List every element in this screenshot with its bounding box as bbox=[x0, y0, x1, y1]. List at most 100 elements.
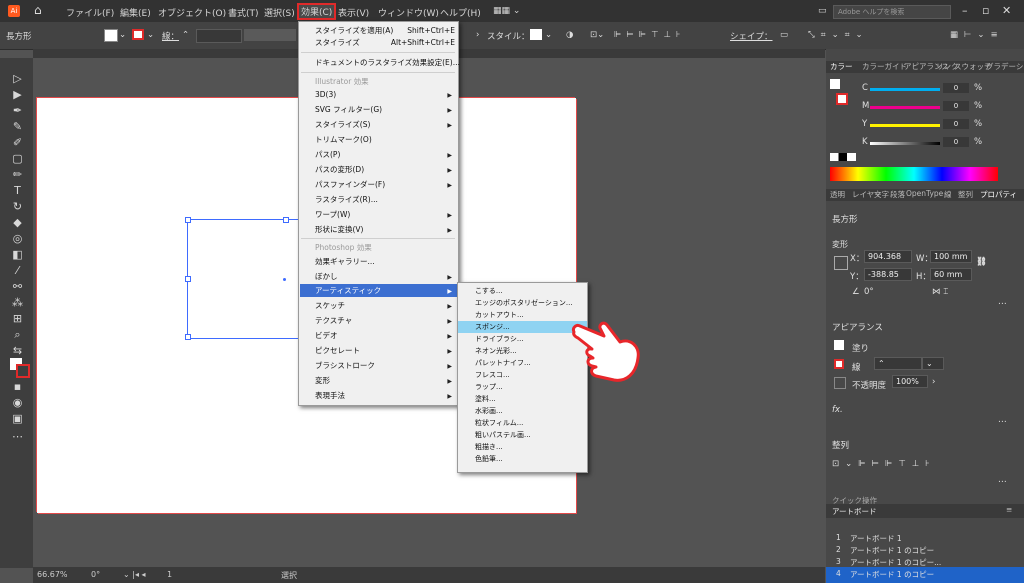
tab-gradient[interactable]: グラデーション bbox=[986, 61, 1024, 72]
h-field[interactable]: 60 mm bbox=[930, 268, 972, 281]
stroke-weight-field[interactable] bbox=[196, 29, 242, 43]
menu-file[interactable]: ファイル(F) bbox=[66, 6, 114, 19]
stroke-weight-stepper[interactable]: ⌃ bbox=[182, 30, 189, 40]
symbol-sprayer-tool-icon[interactable]: ⁂ bbox=[11, 296, 24, 309]
menu-item-stylize[interactable]: スタイライズ(S) bbox=[315, 118, 370, 131]
menu-item-path[interactable]: パス(P) bbox=[315, 148, 340, 161]
opacity-arrow-icon[interactable]: › bbox=[932, 377, 935, 387]
menu-item-video[interactable]: ビデオ bbox=[315, 329, 338, 342]
transform-icon[interactable]: ▭ bbox=[780, 30, 788, 40]
warp-tool-icon[interactable]: ◎ bbox=[11, 232, 24, 245]
none-black-white-swatches[interactable] bbox=[830, 153, 856, 161]
color-fill-box[interactable] bbox=[830, 79, 840, 89]
curvature-tool-icon[interactable]: ✎ bbox=[11, 120, 24, 133]
menu-item-warp[interactable]: ワープ(W) bbox=[315, 208, 350, 221]
close-icon[interactable]: ✕ bbox=[1002, 4, 1011, 17]
menu-window[interactable]: ウィンドウ(W) bbox=[378, 6, 439, 19]
appearance-fill-swatch[interactable] bbox=[834, 340, 844, 350]
pencil-tool-icon[interactable]: ✏ bbox=[11, 168, 24, 181]
variable-width-field[interactable] bbox=[244, 29, 296, 41]
stroke-label[interactable]: 線： bbox=[162, 30, 179, 42]
menu-item-sketch[interactable]: スケッチ bbox=[315, 299, 345, 312]
submenu-item-dry-brush[interactable]: ドライブラシ... bbox=[475, 333, 524, 345]
submenu-item-neon-glow[interactable]: ネオン光彩... bbox=[475, 345, 517, 357]
stroke-weight-field[interactable]: ⌃ bbox=[874, 357, 922, 370]
channel-k-value[interactable]: 0 bbox=[943, 137, 969, 147]
tab-align[interactable]: 整列 bbox=[958, 189, 973, 200]
menu-item-distort-transform[interactable]: パスの変形(D) bbox=[315, 163, 364, 176]
isolate-icons[interactable]: ⤡⌗⌄⌗⌄ bbox=[808, 30, 869, 40]
menu-item-rasterize[interactable]: ラスタライズ(R)... bbox=[315, 193, 378, 206]
fx-button[interactable]: fx. bbox=[832, 405, 843, 415]
screen-mode-icon[interactable]: ▣ bbox=[11, 412, 24, 425]
submenu-item-smudge[interactable]: こする... bbox=[475, 285, 503, 297]
menu-item-trim-marks[interactable]: トリムマーク(O) bbox=[315, 133, 372, 146]
align-to-icon[interactable]: ⊡⌄ bbox=[590, 30, 604, 40]
menu-item-pixelate[interactable]: ピクセレート bbox=[315, 344, 360, 357]
submenu-item-fresco[interactable]: フレスコ... bbox=[475, 369, 510, 381]
style-dropdown-icon[interactable]: ⌄ bbox=[545, 30, 552, 40]
submenu-item-underpainting[interactable]: 粗描き... bbox=[475, 441, 503, 453]
reference-point-icon[interactable] bbox=[834, 256, 848, 270]
restore-icon[interactable]: ▫ bbox=[982, 4, 989, 17]
menu-effect[interactable]: 効果(C) bbox=[296, 3, 337, 20]
stroke-dropdown-icon[interactable]: ⌄ bbox=[147, 30, 154, 40]
tab-opentype[interactable]: OpenType bbox=[906, 189, 943, 198]
appearance-stroke-swatch[interactable] bbox=[834, 359, 844, 369]
color-stroke-box[interactable] bbox=[836, 93, 848, 105]
color-spectrum[interactable] bbox=[830, 167, 998, 181]
tab-transparency[interactable]: 透明 bbox=[830, 189, 845, 200]
arrange-documents-icon[interactable]: ▭ bbox=[818, 6, 827, 16]
fill-dropdown-icon[interactable]: ⌄ bbox=[119, 30, 126, 40]
tab-stroke[interactable]: 線 bbox=[944, 189, 952, 200]
brush-tool-icon[interactable]: ✐ bbox=[11, 136, 24, 149]
tab-color-guide[interactable]: カラーガイド bbox=[862, 61, 907, 72]
align-icons[interactable]: ⊡⌄⊫⊨⊫⊤⊥⊦ bbox=[832, 459, 936, 469]
rectangle-tool-icon[interactable]: ▢ bbox=[11, 152, 24, 165]
submenu-item-sponge[interactable]: スポンジ... bbox=[475, 321, 510, 333]
channel-k-slider[interactable] bbox=[870, 142, 940, 145]
zoom-level[interactable]: 66.67% bbox=[37, 570, 68, 579]
y-field[interactable]: -388.85 bbox=[864, 268, 912, 281]
align-more-icon[interactable]: ⋯ bbox=[998, 477, 1007, 487]
artboard-row-2-name[interactable]: アートボード 1 のコピー bbox=[850, 545, 934, 556]
submenu-item-poster-edges[interactable]: エッジのポスタリゼーション... bbox=[475, 297, 573, 309]
menu-item-artistic[interactable]: アーティスティック bbox=[315, 284, 381, 297]
selection-tool-icon[interactable]: ▷ bbox=[11, 72, 24, 85]
recolor-icon[interactable]: ◑ bbox=[566, 30, 573, 40]
artboard-tool-icon[interactable]: ⊞ bbox=[11, 312, 24, 325]
transform-more-icon[interactable]: ⋯ bbox=[998, 299, 1007, 309]
opacity-field[interactable]: 100% bbox=[892, 375, 928, 388]
menu-item-texture[interactable]: テクスチャ bbox=[315, 314, 352, 327]
menu-item-last-effect[interactable]: スタイライズ Alt+Shift+Ctrl+E bbox=[315, 36, 455, 49]
tab-color[interactable]: カラー bbox=[830, 61, 853, 72]
channel-m-value[interactable]: 0 bbox=[943, 101, 969, 111]
menu-item-brush-strokes[interactable]: ブラシストローク bbox=[315, 359, 375, 372]
submenu-item-watercolor[interactable]: 水彩画... bbox=[475, 405, 503, 417]
more-tools-icon[interactable]: ⋯ bbox=[11, 430, 24, 443]
submenu-item-cutout[interactable]: カットアウト... bbox=[475, 309, 524, 321]
tab-paragraph[interactable]: 段落 bbox=[890, 189, 905, 200]
stroke-swatch[interactable] bbox=[132, 29, 144, 40]
style-swatch[interactable] bbox=[530, 29, 542, 40]
submenu-item-plastic-wrap[interactable]: ラップ... bbox=[475, 381, 503, 393]
angle-field[interactable]: 0° bbox=[864, 287, 874, 297]
menu-view[interactable]: 表示(V) bbox=[338, 6, 369, 19]
eyedropper-tool-icon[interactable]: ⁄ bbox=[11, 264, 24, 277]
menu-item-effect-gallery[interactable]: 効果ギャラリー... bbox=[315, 255, 375, 268]
stroke-unit-dropdown[interactable]: ⌄ bbox=[922, 357, 944, 370]
submenu-item-colored-pencil[interactable]: 色鉛筆... bbox=[475, 453, 503, 465]
selection-handle[interactable] bbox=[283, 217, 289, 223]
tab-artboards[interactable]: アートボード bbox=[832, 506, 877, 517]
direct-selection-tool-icon[interactable]: ▶ bbox=[11, 88, 24, 101]
menu-item-blur[interactable]: ぼかし bbox=[315, 270, 338, 283]
submenu-item-rough-pastels[interactable]: 粗いパステル画... bbox=[475, 429, 531, 441]
selection-handle[interactable] bbox=[185, 276, 191, 282]
menu-type[interactable]: 書式(T) bbox=[228, 6, 259, 19]
fill-swatch[interactable] bbox=[104, 29, 118, 42]
submenu-item-palette-knife[interactable]: パレットナイフ... bbox=[475, 357, 531, 369]
color-mode-icon[interactable]: ▪ bbox=[11, 380, 24, 393]
menu-item-3d[interactable]: 3D(3) bbox=[315, 88, 336, 101]
zoom-tool-icon[interactable]: ⌕ bbox=[11, 328, 24, 341]
panel-options-icon[interactable]: ▦⊢⌄≡ bbox=[950, 30, 1004, 40]
